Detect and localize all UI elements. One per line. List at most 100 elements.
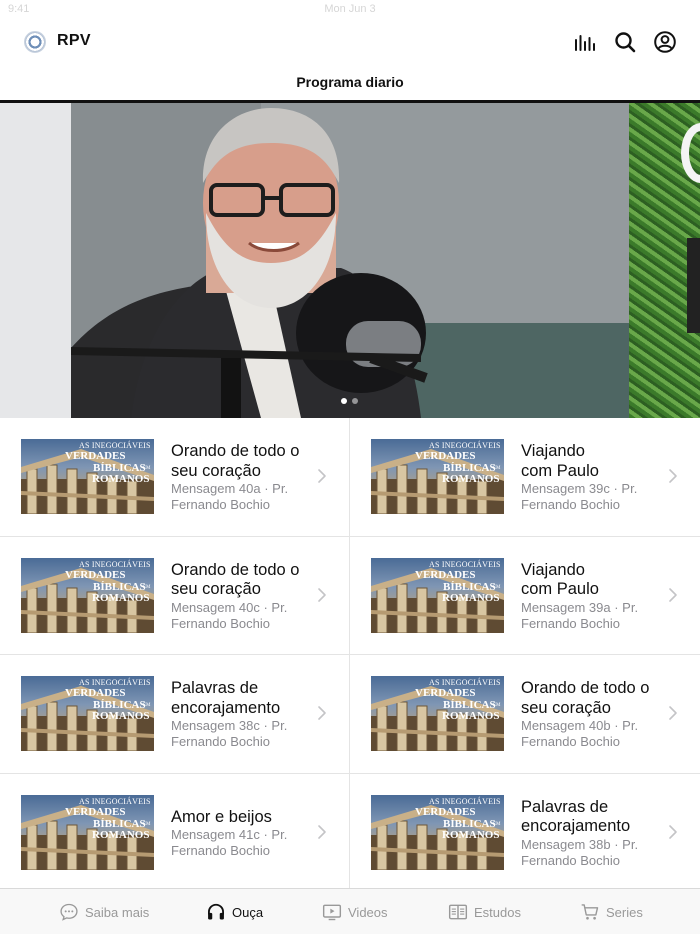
headphones-icon	[206, 902, 226, 922]
item-title: Palavras de encorajamento	[521, 797, 631, 836]
thumbnail-line2: VERDADES	[415, 687, 476, 699]
list-item[interactable]: AS INEGOCIÁVEIS VERDADES BÍBLICAS EM ROMANOS…	[0, 773, 350, 892]
hero-next-slide[interactable]	[629, 103, 700, 418]
item-info: Orando de todo o seu coração Mensagem 40a …	[171, 442, 316, 513]
chevron-right-icon	[668, 587, 678, 603]
play-screen-icon	[322, 902, 342, 922]
chevron-right-icon	[317, 587, 327, 603]
item-info: Viajando com Paulo Mensagem 39a · Pr. Ferna…	[521, 561, 666, 632]
thumbnail-line3-small: EM	[493, 466, 501, 471]
tab-videos[interactable]: Videos	[322, 901, 388, 923]
item-title: Orando de todo o seu coração	[171, 560, 300, 599]
tab-label: Saiba mais	[85, 904, 150, 920]
chevron-right-icon	[668, 824, 678, 840]
item-info: Amor e beijos Mensagem 41c · Pr. Fernando …	[171, 808, 316, 860]
thumbnail-line1: AS INEGOCIÁVEIS	[429, 796, 501, 806]
equalizer-icon[interactable]	[573, 30, 597, 54]
item-subtitle: Mensagem 40a · Pr. Fernando Bochio	[171, 481, 289, 512]
thumbnail-line3-small: EM	[143, 703, 151, 708]
thumbnail-line4: ROMANOS	[442, 591, 500, 604]
thumbnail-line3-small: EM	[493, 584, 501, 590]
item-subtitle: Mensagem 39a · Pr. Fernando Bochio	[521, 599, 639, 631]
list-item[interactable]: AS INEGOCIÁVEIS VERDADES BÍBLICAS EM ROMANOS…	[350, 655, 700, 773]
chevron-right-icon	[317, 824, 327, 840]
thumbnail-line1: AS INEGOCIÁVEIS	[79, 678, 151, 687]
hero-carousel[interactable]	[0, 103, 700, 418]
tab-ouca[interactable]: Ouça	[206, 901, 263, 923]
thumbnail-line1: AS INEGOCIÁVEIS	[79, 559, 151, 569]
chevron-right-icon	[317, 468, 327, 484]
tab-bar: Saiba mais Ouça Videos Estudos Series	[0, 888, 700, 934]
app-logo	[24, 31, 46, 53]
thumbnail-line4: ROMANOS	[92, 828, 150, 841]
item-title: Palavras de encorajamento	[171, 679, 281, 717]
item-subtitle: Mensagem 40c · Pr. Fernando Bochio	[171, 599, 288, 631]
item-subtitle: Mensagem 39c · Pr. Fernando Bochio	[521, 481, 638, 512]
thumbnail-line3-small: EM	[493, 703, 501, 708]
item-info: Orando de todo o seu coração Mensagem 40c …	[171, 561, 316, 632]
tab-estudos[interactable]: Estudos	[448, 901, 521, 923]
thumbnail-line2: VERDADES	[65, 450, 126, 462]
thumbnail-line2: VERDADES	[415, 805, 476, 818]
item-title: Orando de todo o seu coração	[521, 679, 650, 717]
series-thumbnail: AS INEGOCIÁVEIS VERDADES BÍBLICAS EM ROMANOS	[21, 676, 154, 751]
thumbnail-line4: ROMANOS	[442, 473, 500, 485]
item-subtitle: Mensagem 41c · Pr. Fernando Bochio	[171, 827, 288, 858]
thumbnail-line1: AS INEGOCIÁVEIS	[79, 796, 151, 806]
tab-label: Videos	[348, 904, 388, 920]
item-title: Viajando com Paulo	[521, 560, 599, 599]
list-item[interactable]: AS INEGOCIÁVEIS VERDADES BÍBLICAS EM ROMANOS…	[0, 418, 350, 536]
tab-saiba-mais[interactable]: Saiba mais	[59, 901, 149, 923]
list-item[interactable]: AS INEGOCIÁVEIS VERDADES BÍBLICAS EM ROMANOS…	[350, 418, 700, 536]
app-title: RPV	[57, 32, 91, 49]
list-row: AS INEGOCIÁVEIS VERDADES BÍBLICAS EM ROMANOS…	[0, 536, 700, 655]
thumbnail-line2: VERDADES	[65, 568, 126, 581]
search-icon[interactable]	[613, 30, 637, 54]
tab-label: Ouça	[232, 904, 264, 920]
status-date: Mon Jun 3	[324, 3, 376, 15]
thumbnail-line3-small: EM	[493, 821, 501, 827]
carousel-dot-2[interactable]	[352, 398, 358, 404]
thumbnail-line3-small: EM	[143, 466, 151, 471]
series-thumbnail: AS INEGOCIÁVEIS VERDADES BÍBLICAS EM ROMANOS	[371, 439, 504, 514]
program-list: AS INEGOCIÁVEIS VERDADES BÍBLICAS EM ROMANOS…	[0, 418, 700, 892]
thumbnail-line4: ROMANOS	[92, 473, 150, 485]
thumbnail-line4: ROMANOS	[92, 591, 150, 604]
list-item[interactable]: AS INEGOCIÁVEIS VERDADES BÍBLICAS EM ROMANOS…	[0, 536, 350, 655]
item-info: Palavras de encorajamento Mensagem 38c · P…	[171, 679, 316, 750]
chevron-right-icon	[668, 705, 678, 721]
item-subtitle: Mensagem 38b · Pr. Fernando Bochio	[521, 836, 639, 868]
thumbnail-line4: ROMANOS	[92, 710, 150, 722]
thumbnail-line4: ROMANOS	[442, 828, 500, 841]
thumbnail-line1: AS INEGOCIÁVEIS	[79, 441, 151, 450]
hero-next-sign	[687, 238, 700, 333]
item-info: Viajando com Paulo Mensagem 39c · Pr. Ferna…	[521, 442, 666, 513]
list-item[interactable]: AS INEGOCIÁVEIS VERDADES BÍBLICAS EM ROMANOS…	[350, 774, 700, 892]
item-subtitle: Mensagem 40b · Pr. Fernando Bochio	[521, 718, 639, 749]
thumbnail-line2: VERDADES	[415, 568, 476, 581]
list-row: AS INEGOCIÁVEIS VERDADES BÍBLICAS EM ROMANOS…	[0, 418, 700, 537]
thumbnail-line1: AS INEGOCIÁVEIS	[429, 678, 501, 687]
cart-icon	[580, 902, 600, 922]
thumbnail-line4: ROMANOS	[442, 710, 500, 722]
series-thumbnail: AS INEGOCIÁVEIS VERDADES BÍBLICAS EM ROMANOS	[371, 676, 504, 751]
account-icon[interactable]	[653, 30, 677, 54]
item-title: Amor e beijos	[171, 807, 272, 826]
app-header: RPV	[0, 22, 700, 64]
series-thumbnail: AS INEGOCIÁVEIS VERDADES BÍBLICAS EM ROMANOS	[21, 557, 154, 633]
hero-next-logo	[681, 123, 700, 183]
item-title: Orando de todo o seu coração	[171, 442, 300, 480]
series-thumbnail: AS INEGOCIÁVEIS VERDADES BÍBLICAS EM ROMANOS	[371, 794, 504, 870]
item-subtitle: Mensagem 38c · Pr. Fernando Bochio	[171, 718, 288, 749]
series-thumbnail: AS INEGOCIÁVEIS VERDADES BÍBLICAS EM ROMANOS	[21, 794, 154, 870]
list-row: AS INEGOCIÁVEIS VERDADES BÍBLICAS EM ROMANOS…	[0, 655, 700, 774]
chevron-right-icon	[317, 705, 327, 721]
hero-slide-image[interactable]	[71, 103, 629, 418]
carousel-dot-1[interactable]	[341, 398, 347, 404]
carousel-indicator[interactable]	[341, 398, 358, 404]
tab-series[interactable]: Series	[580, 901, 643, 923]
list-item[interactable]: AS INEGOCIÁVEIS VERDADES BÍBLICAS EM ROMANOS…	[0, 655, 350, 773]
list-item[interactable]: AS INEGOCIÁVEIS VERDADES BÍBLICAS EM ROMANOS…	[350, 537, 700, 655]
list-row: AS INEGOCIÁVEIS VERDADES BÍBLICAS EM ROMANOS…	[0, 773, 700, 892]
status-bar: 9:41 Mon Jun 3	[0, 0, 700, 18]
